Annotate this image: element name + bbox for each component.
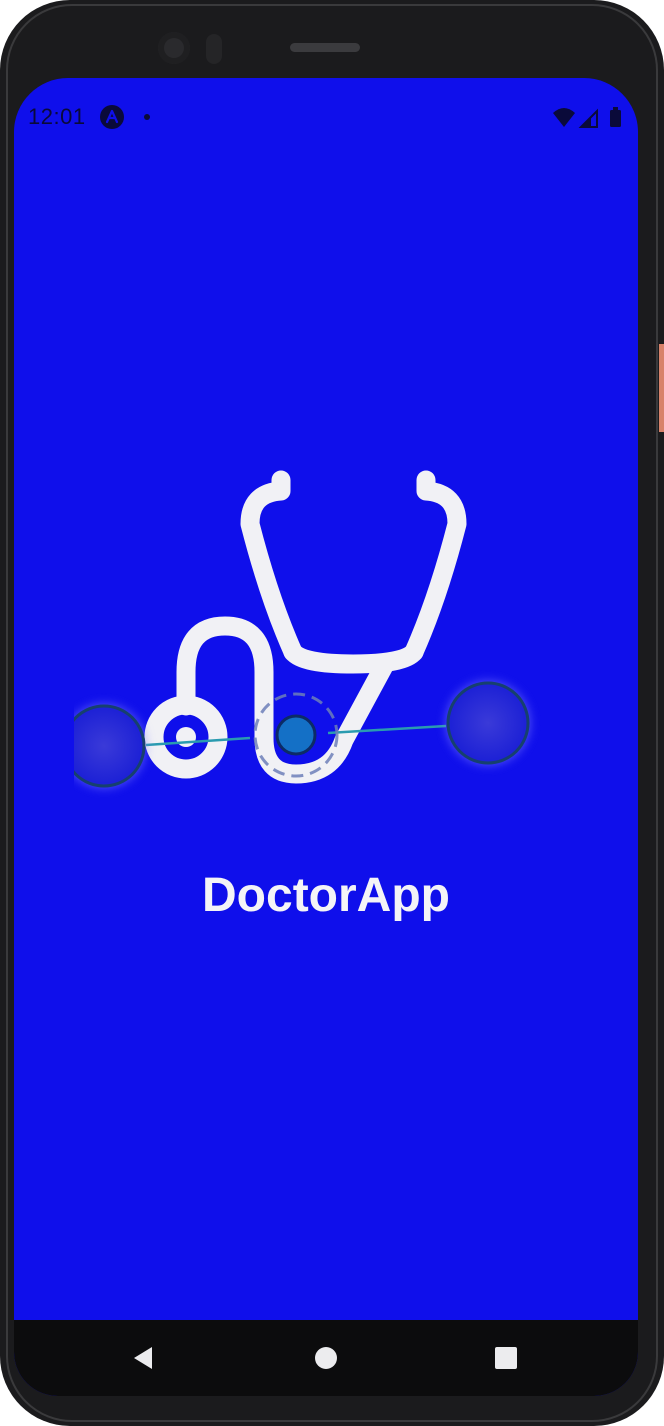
front-camera — [158, 32, 190, 64]
home-icon[interactable] — [312, 1344, 340, 1372]
phone-frame: 12:01 DoctorApp — [0, 0, 664, 1426]
notification-dot-icon — [144, 114, 150, 120]
app-screen: 12:01 DoctorApp — [14, 78, 638, 1396]
a-launcher-icon — [100, 105, 124, 129]
recents-icon[interactable] — [492, 1344, 520, 1372]
battery-icon — [610, 107, 621, 127]
system-status-icons — [553, 107, 621, 128]
status-time: 12:01 — [28, 104, 86, 129]
back-icon[interactable] — [130, 1344, 158, 1372]
wifi-icon — [553, 108, 575, 127]
proximity-sensor — [206, 34, 222, 64]
status-bar: 12:01 — [14, 78, 638, 158]
navigation-bar — [14, 1320, 638, 1396]
power-button[interactable] — [659, 344, 664, 432]
stethoscope-icon — [74, 470, 530, 788]
app-title: DoctorApp — [202, 869, 450, 922]
signal-icon — [578, 108, 598, 128]
earpiece-speaker — [290, 43, 360, 52]
